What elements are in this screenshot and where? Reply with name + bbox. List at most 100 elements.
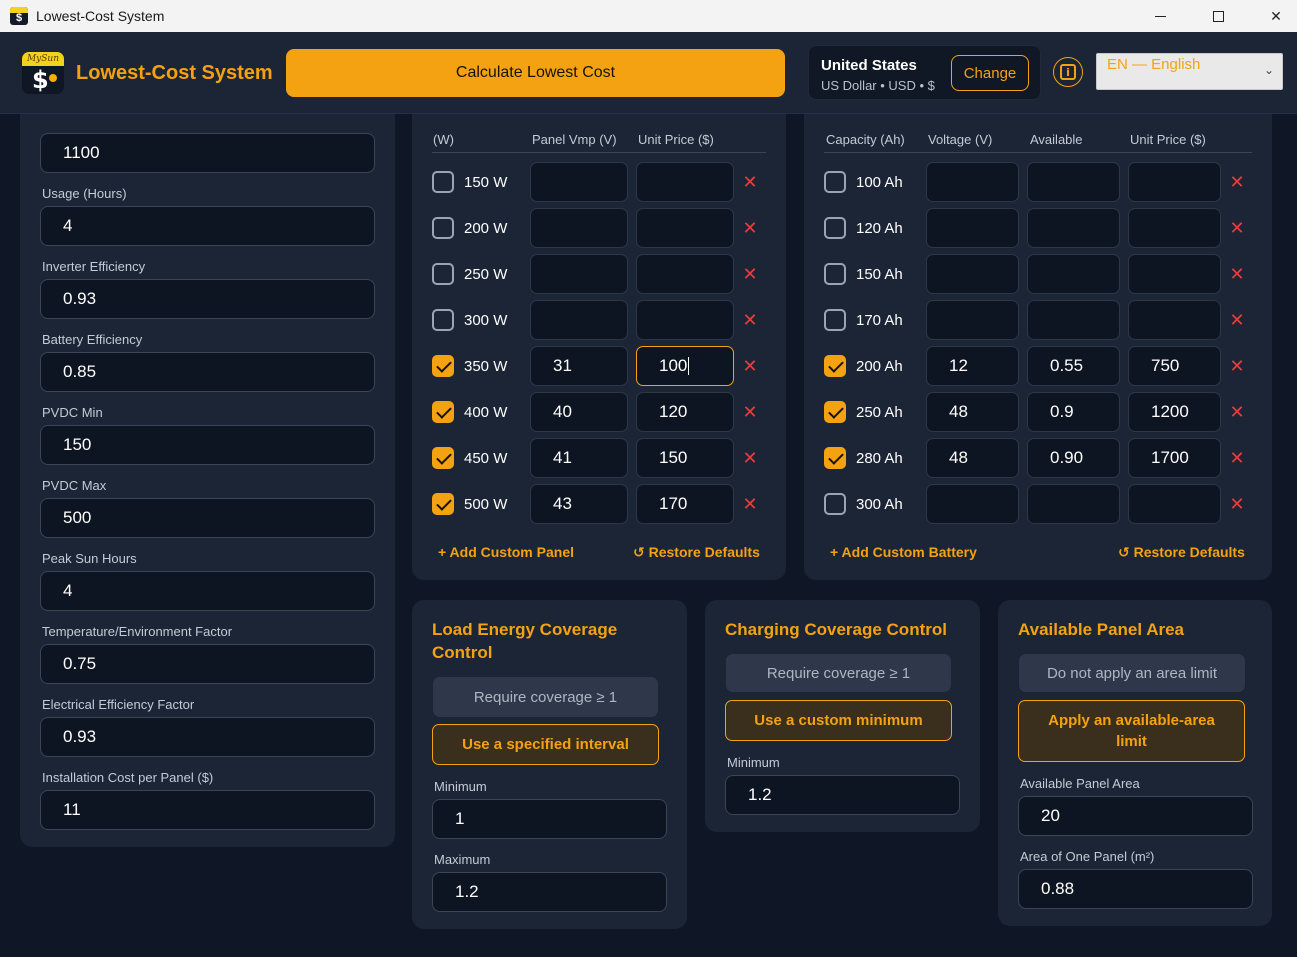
panel-150w-delete-icon[interactable]: ✕	[742, 172, 758, 193]
usage-hours-input[interactable]: 4	[40, 206, 375, 246]
panel-500w-delete-icon[interactable]: ✕	[742, 494, 758, 515]
battery-150ah-price-input[interactable]	[1128, 254, 1221, 294]
pvdc-max-input[interactable]: 500	[40, 498, 375, 538]
inverter-efficiency-input[interactable]: 0.93	[40, 279, 375, 319]
panel-500w-vmp-input[interactable]: 43	[530, 484, 628, 524]
peak-sun-hours-input[interactable]: 4	[40, 571, 375, 611]
battery-250ah-checkbox[interactable]	[824, 401, 846, 423]
battery-150ah-delete-icon[interactable]: ✕	[1229, 264, 1245, 285]
panel-350w-vmp-input[interactable]: 31	[530, 346, 628, 386]
panel-150w-vmp-input[interactable]	[530, 162, 628, 202]
battery-250ah-available-input[interactable]: 0.9	[1027, 392, 1120, 432]
battery-280ah-price-input[interactable]: 1700	[1128, 438, 1221, 478]
charging-require-coverage-option[interactable]: Require coverage ≥ 1	[726, 654, 951, 692]
panel-250w-checkbox[interactable]	[432, 263, 454, 285]
restore-panel-defaults-link[interactable]: ↺ Restore Defaults	[633, 544, 760, 561]
battery-170ah-available-input[interactable]	[1027, 300, 1120, 340]
battery-250ah-price-input[interactable]: 1200	[1128, 392, 1221, 432]
load-specified-interval-option[interactable]: Use a specified interval	[432, 724, 659, 765]
installation-cost-input[interactable]: 11	[40, 790, 375, 830]
battery-100ah-delete-icon[interactable]: ✕	[1229, 172, 1245, 193]
panel-200w-price-input[interactable]	[636, 208, 734, 248]
language-select[interactable]: EN — English ⌄	[1096, 53, 1283, 90]
panel-450w-price-input[interactable]: 150	[636, 438, 734, 478]
battery-170ah-price-input[interactable]	[1128, 300, 1221, 340]
battery-300ah-delete-icon[interactable]: ✕	[1229, 494, 1245, 515]
panel-150w-checkbox[interactable]	[432, 171, 454, 193]
panel-350w-price-input[interactable]: 100	[636, 346, 734, 386]
battery-120ah-price-input[interactable]	[1128, 208, 1221, 248]
panel-200w-vmp-input[interactable]	[530, 208, 628, 248]
panel-400w-delete-icon[interactable]: ✕	[742, 402, 758, 423]
panel-350w-delete-icon[interactable]: ✕	[742, 356, 758, 377]
battery-120ah-voltage-input[interactable]	[926, 208, 1019, 248]
no-area-limit-option[interactable]: Do not apply an area limit	[1019, 654, 1245, 692]
load-input[interactable]: 1100	[40, 133, 375, 173]
panel-250w-price-input[interactable]	[636, 254, 734, 294]
temperature-factor-input[interactable]: 0.75	[40, 644, 375, 684]
battery-280ah-available-input[interactable]: 0.90	[1027, 438, 1120, 478]
panel-400w-vmp-input[interactable]: 40	[530, 392, 628, 432]
available-panel-area-input[interactable]: 20	[1018, 796, 1253, 836]
charging-minimum-input[interactable]: 1.2	[725, 775, 960, 815]
battery-170ah-voltage-input[interactable]	[926, 300, 1019, 340]
battery-120ah-available-input[interactable]	[1027, 208, 1120, 248]
battery-250ah-delete-icon[interactable]: ✕	[1229, 402, 1245, 423]
info-button[interactable]: i	[1053, 57, 1083, 87]
panel-300w-price-input[interactable]	[636, 300, 734, 340]
panel-250w-delete-icon[interactable]: ✕	[742, 264, 758, 285]
panel-450w-checkbox[interactable]	[432, 447, 454, 469]
battery-200ah-voltage-input[interactable]: 12	[926, 346, 1019, 386]
battery-efficiency-input[interactable]: 0.85	[40, 352, 375, 392]
one-panel-area-input[interactable]: 0.88	[1018, 869, 1253, 909]
battery-150ah-voltage-input[interactable]	[926, 254, 1019, 294]
battery-200ah-checkbox[interactable]	[824, 355, 846, 377]
battery-200ah-price-input[interactable]: 750	[1128, 346, 1221, 386]
battery-280ah-voltage-input[interactable]: 48	[926, 438, 1019, 478]
battery-300ah-voltage-input[interactable]	[926, 484, 1019, 524]
battery-120ah-delete-icon[interactable]: ✕	[1229, 218, 1245, 239]
panel-250w-vmp-input[interactable]	[530, 254, 628, 294]
battery-300ah-price-input[interactable]	[1128, 484, 1221, 524]
panel-350w-checkbox[interactable]	[432, 355, 454, 377]
panel-150w-price-input[interactable]	[636, 162, 734, 202]
maximize-button[interactable]	[1189, 0, 1247, 32]
calculate-lowest-cost-button[interactable]: Calculate Lowest Cost	[286, 49, 785, 97]
battery-300ah-checkbox[interactable]	[824, 493, 846, 515]
restore-battery-defaults-link[interactable]: ↺ Restore Defaults	[1118, 544, 1245, 561]
panel-400w-price-input[interactable]: 120	[636, 392, 734, 432]
panel-500w-price-input[interactable]: 170	[636, 484, 734, 524]
panel-200w-checkbox[interactable]	[432, 217, 454, 239]
charging-custom-minimum-option[interactable]: Use a custom minimum	[725, 700, 952, 741]
panel-300w-vmp-input[interactable]	[530, 300, 628, 340]
minimize-button[interactable]	[1131, 0, 1189, 32]
panel-450w-vmp-input[interactable]: 41	[530, 438, 628, 478]
add-custom-battery-link[interactable]: + Add Custom Battery	[830, 544, 977, 560]
load-maximum-input[interactable]: 1.2	[432, 872, 667, 912]
battery-120ah-checkbox[interactable]	[824, 217, 846, 239]
load-require-coverage-option[interactable]: Require coverage ≥ 1	[433, 677, 658, 717]
battery-300ah-available-input[interactable]	[1027, 484, 1120, 524]
panel-300w-delete-icon[interactable]: ✕	[742, 310, 758, 331]
battery-100ah-voltage-input[interactable]	[926, 162, 1019, 202]
battery-250ah-voltage-input[interactable]: 48	[926, 392, 1019, 432]
battery-200ah-delete-icon[interactable]: ✕	[1229, 356, 1245, 377]
change-country-button[interactable]: Change	[951, 55, 1029, 91]
battery-200ah-available-input[interactable]: 0.55	[1027, 346, 1120, 386]
battery-100ah-price-input[interactable]	[1128, 162, 1221, 202]
electrical-efficiency-input[interactable]: 0.93	[40, 717, 375, 757]
add-custom-panel-link[interactable]: + Add Custom Panel	[438, 544, 574, 560]
load-minimum-input[interactable]: 1	[432, 799, 667, 839]
panel-300w-checkbox[interactable]	[432, 309, 454, 331]
battery-150ah-available-input[interactable]	[1027, 254, 1120, 294]
battery-100ah-available-input[interactable]	[1027, 162, 1120, 202]
battery-100ah-checkbox[interactable]	[824, 171, 846, 193]
panel-200w-delete-icon[interactable]: ✕	[742, 218, 758, 239]
apply-area-limit-option[interactable]: Apply an available-area limit	[1018, 700, 1245, 762]
battery-170ah-checkbox[interactable]	[824, 309, 846, 331]
panel-500w-checkbox[interactable]	[432, 493, 454, 515]
battery-150ah-checkbox[interactable]	[824, 263, 846, 285]
pvdc-min-input[interactable]: 150	[40, 425, 375, 465]
battery-280ah-checkbox[interactable]	[824, 447, 846, 469]
battery-170ah-delete-icon[interactable]: ✕	[1229, 310, 1245, 331]
